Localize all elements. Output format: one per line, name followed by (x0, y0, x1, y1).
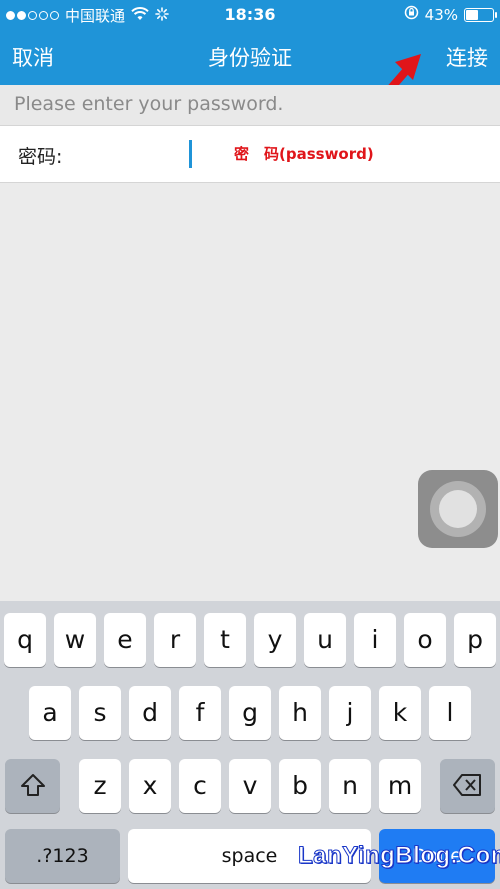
key-h[interactable]: h (279, 686, 321, 740)
password-annotation: 密 码(password) (234, 145, 374, 163)
text-cursor (189, 140, 192, 168)
key-n[interactable]: n (329, 759, 371, 813)
watermark: LanYingBlog.Com (298, 842, 500, 870)
key-g[interactable]: g (229, 686, 271, 740)
key-w[interactable]: w (54, 613, 96, 667)
key-t[interactable]: t (204, 613, 246, 667)
numbers-key[interactable]: .?123 (5, 829, 120, 883)
password-label: 密码: (18, 146, 63, 168)
key-u[interactable]: u (304, 613, 346, 667)
assistive-touch-core (439, 490, 477, 528)
key-i[interactable]: i (354, 613, 396, 667)
key-r[interactable]: r (154, 613, 196, 667)
navigation-bar: 取消 身份验证 连接 (0, 30, 500, 85)
key-l[interactable]: l (429, 686, 471, 740)
key-z[interactable]: z (79, 759, 121, 813)
key-o[interactable]: o (404, 613, 446, 667)
backspace-key[interactable] (440, 759, 495, 813)
connect-button[interactable]: 连接 (446, 42, 488, 72)
assistive-touch-button[interactable] (418, 470, 498, 548)
password-field[interactable]: 密码: 密 码(password) (0, 125, 500, 183)
key-f[interactable]: f (179, 686, 221, 740)
key-c[interactable]: c (179, 759, 221, 813)
header: 中国联通 18:36 43% 取消 身份验证 连接 (0, 0, 500, 85)
shift-icon (20, 774, 45, 796)
battery-icon (464, 7, 497, 22)
key-p[interactable]: p (454, 613, 496, 667)
key-s[interactable]: s (79, 686, 121, 740)
key-y[interactable]: y (254, 613, 296, 667)
key-d[interactable]: d (129, 686, 171, 740)
key-x[interactable]: x (129, 759, 171, 813)
orientation-lock-icon (404, 5, 419, 24)
key-b[interactable]: b (279, 759, 321, 813)
key-k[interactable]: k (379, 686, 421, 740)
page-title: 身份验证 (208, 46, 292, 70)
password-hint: Please enter your password. (0, 85, 500, 125)
key-j[interactable]: j (329, 686, 371, 740)
key-q[interactable]: q (4, 613, 46, 667)
key-v[interactable]: v (229, 759, 271, 813)
battery-percent: 43% (424, 5, 458, 24)
key-a[interactable]: a (29, 686, 71, 740)
status-bar: 中国联通 18:36 43% (0, 0, 500, 30)
shift-key[interactable] (5, 759, 60, 813)
key-e[interactable]: e (104, 613, 146, 667)
delete-icon (452, 774, 481, 796)
key-m[interactable]: m (379, 759, 421, 813)
